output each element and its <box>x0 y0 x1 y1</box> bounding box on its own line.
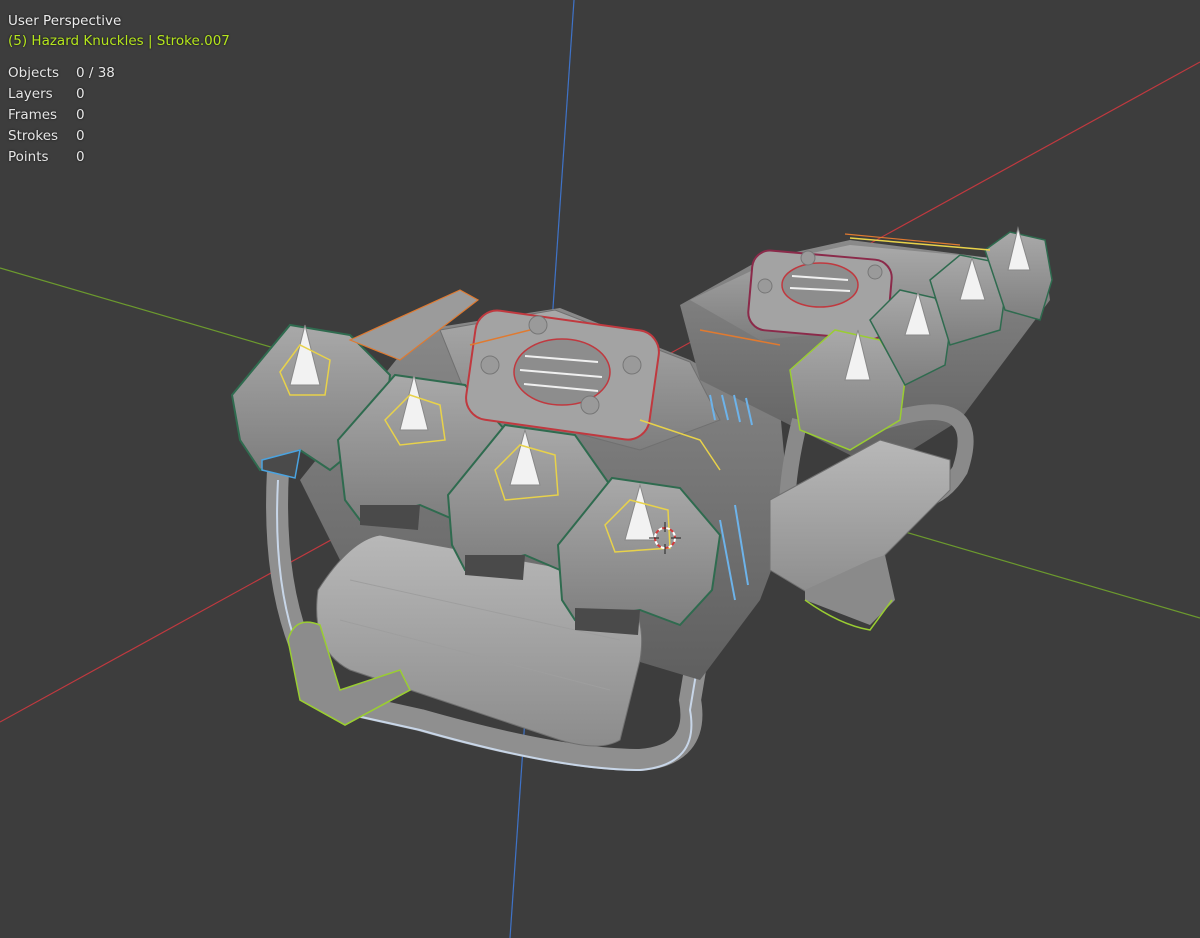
3d-viewport[interactable]: User Perspective (5) Hazard Knuckles | S… <box>0 0 1200 938</box>
stat-row-objects: Objects 0 / 38 <box>8 63 230 84</box>
stat-value: 0 <box>76 86 85 102</box>
stat-value: 0 <box>76 107 85 123</box>
stat-value: 0 <box>76 149 85 165</box>
viewport-overlay-text: User Perspective (5) Hazard Knuckles | S… <box>8 11 230 168</box>
stat-row-frames: Frames 0 <box>8 105 230 126</box>
stat-label: Frames <box>8 107 58 123</box>
stat-row-strokes: Strokes 0 <box>8 126 230 147</box>
stat-row-layers: Layers 0 <box>8 84 230 105</box>
stat-label: Layers <box>8 86 53 102</box>
stat-label: Points <box>8 149 49 165</box>
stat-label: Strokes <box>8 128 59 144</box>
stat-row-points: Points 0 <box>8 147 230 168</box>
stat-label: Objects <box>8 65 60 81</box>
active-object-label: (5) Hazard Knuckles | Stroke.007 <box>8 33 230 49</box>
stat-value: 0 <box>76 128 85 144</box>
scene-statistics: Objects 0 / 38 Layers 0 Frames 0 Strokes… <box>8 63 230 168</box>
stat-value: 0 / 38 <box>76 65 115 81</box>
vent-plate-rear <box>747 249 893 341</box>
view-name: User Perspective <box>8 13 122 29</box>
hazard-knuckles-model[interactable] <box>230 226 1053 772</box>
